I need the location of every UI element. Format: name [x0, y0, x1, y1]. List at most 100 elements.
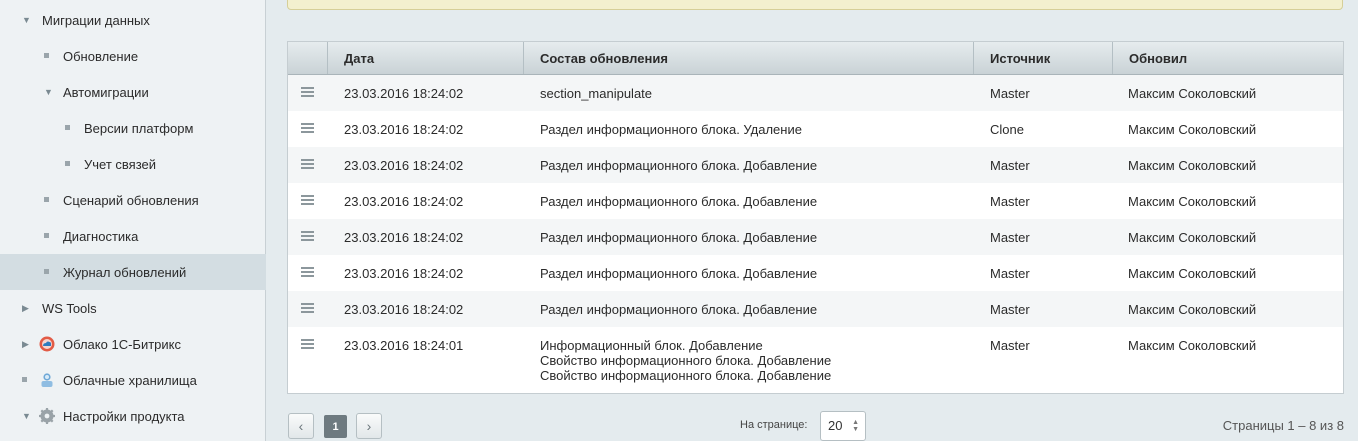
sidebar-item-1[interactable]: Обновление	[0, 38, 266, 74]
date-cell: 23.03.2016 18:24:02	[344, 158, 464, 173]
per-page-label: На странице:	[740, 419, 808, 431]
table-row[interactable]: 23.03.2016 18:24:02 section_manipulate Mas…	[288, 75, 1343, 111]
source-cell: Master	[990, 158, 1030, 173]
column-header-content[interactable]: Состав обновления	[524, 42, 974, 74]
user-cell: Максим Соколовский	[1128, 158, 1257, 173]
sidebar-item-label: Автомиграции	[63, 85, 149, 100]
content-cell: Раздел информационного блока. Добавление	[540, 158, 818, 173]
column-header-source[interactable]: Источник	[974, 42, 1113, 74]
updates-table: Дата Состав обновления Источник Обновил …	[287, 41, 1344, 394]
column-header-actions	[288, 42, 328, 74]
cloud-bitrix-icon	[39, 336, 55, 352]
sidebar-item-label: Сценарий обновления	[63, 193, 199, 208]
pages-summary: Страницы 1 – 8 из 8	[1222, 418, 1344, 433]
user-cell: Максим Соколовский	[1128, 266, 1257, 281]
chevron-right-icon[interactable]: ▶	[22, 339, 29, 350]
bullet-icon	[44, 197, 49, 202]
bullet-icon	[44, 269, 49, 274]
row-menu-icon[interactable]	[301, 231, 314, 241]
content-cell: Раздел информационного блока. Добавление	[540, 194, 818, 209]
sidebar-item-label: Версии платформ	[84, 121, 194, 136]
sidebar-item-7[interactable]: Журнал обновлений	[0, 254, 266, 290]
content-cell: Информационный блок. Добавление Свойство…	[540, 338, 832, 383]
table-row[interactable]: 23.03.2016 18:24:02 Раздел информационног…	[288, 291, 1343, 327]
sidebar-item-label: Облако 1С-Битрикс	[63, 337, 181, 352]
bullet-icon	[44, 53, 49, 58]
date-cell: 23.03.2016 18:24:02	[344, 86, 464, 101]
sidebar-item-label: Настройки продукта	[63, 409, 185, 424]
row-menu-icon[interactable]	[301, 87, 314, 97]
source-cell: Master	[990, 338, 1030, 353]
table-row[interactable]: 23.03.2016 18:24:02 Раздел информационног…	[288, 183, 1343, 219]
sidebar-item-2[interactable]: ▼ Автомиграции	[0, 74, 266, 110]
sidebar-item-label: Диагностика	[63, 229, 139, 244]
content-cell: Раздел информационного блока. Добавление	[540, 230, 818, 245]
row-menu-icon[interactable]	[301, 303, 314, 313]
source-cell: Master	[990, 230, 1030, 245]
chevron-down-icon[interactable]: ▼	[22, 411, 31, 421]
sidebar-item-0[interactable]: ▼ Миграции данных	[0, 2, 266, 38]
per-page-value: 20	[828, 418, 843, 433]
row-menu-icon[interactable]	[301, 123, 314, 133]
sidebar-item-label: WS Tools	[42, 301, 97, 316]
content-cell: section_manipulate	[540, 86, 653, 101]
row-menu-icon[interactable]	[301, 339, 314, 349]
row-menu-icon[interactable]	[301, 195, 314, 205]
bullet-icon	[65, 125, 70, 130]
column-header-date[interactable]: Дата	[328, 42, 524, 74]
sidebar-item-3[interactable]: Версии платформ	[0, 110, 266, 146]
table-row[interactable]: 23.03.2016 18:24:02 Раздел информационног…	[288, 147, 1343, 183]
sidebar-item-6[interactable]: Диагностика	[0, 218, 266, 254]
sidebar-item-label: Обновление	[63, 49, 139, 64]
chevron-down-icon[interactable]: ▼	[44, 87, 53, 97]
cloud-storage-icon	[39, 372, 55, 388]
user-cell: Максим Соколовский	[1128, 194, 1257, 209]
next-page-button[interactable]: ›	[356, 413, 382, 439]
row-menu-icon[interactable]	[301, 267, 314, 277]
sidebar-item-4[interactable]: Учет связей	[0, 146, 266, 182]
source-cell: Clone	[990, 122, 1024, 137]
sidebar-item-label: Журнал обновлений	[63, 265, 187, 280]
table-row[interactable]: 23.03.2016 18:24:02 Раздел информационног…	[288, 255, 1343, 291]
user-cell: Максим Соколовский	[1128, 230, 1257, 245]
date-cell: 23.03.2016 18:24:02	[344, 230, 464, 245]
source-cell: Master	[990, 302, 1030, 317]
row-menu-icon[interactable]	[301, 159, 314, 169]
date-cell: 23.03.2016 18:24:02	[344, 194, 464, 209]
date-cell: 23.03.2016 18:24:02	[344, 266, 464, 281]
user-cell: Максим Соколовский	[1128, 122, 1257, 137]
user-cell: Максим Соколовский	[1128, 86, 1257, 101]
chevron-right-icon[interactable]: ▶	[22, 303, 29, 314]
source-cell: Master	[990, 266, 1030, 281]
sidebar-item-9[interactable]: ▶ Облако 1С-Битрикс	[0, 326, 266, 362]
table-row[interactable]: 23.03.2016 18:24:02 Раздел информационног…	[288, 219, 1343, 255]
prev-page-button[interactable]: ‹	[288, 413, 314, 439]
sidebar-item-5[interactable]: Сценарий обновления	[0, 182, 266, 218]
source-cell: Master	[990, 194, 1030, 209]
content-cell: Раздел информационного блока. Добавление	[540, 302, 818, 317]
current-page-indicator[interactable]: 1	[324, 415, 347, 438]
date-cell: 23.03.2016 18:24:01	[344, 338, 464, 353]
sidebar: ▼ Миграции данных Обновление ▼ Автомиграции В…	[0, 0, 266, 441]
bullet-icon	[44, 233, 49, 238]
sidebar-item-8[interactable]: ▶ WS Tools	[0, 290, 266, 326]
content-cell: Раздел информационного блока. Добавление	[540, 266, 818, 281]
select-arrows-icon: ▲ ▼	[852, 419, 859, 433]
table-row[interactable]: 23.03.2016 18:24:02 Раздел информационног…	[288, 111, 1343, 147]
gear-icon	[39, 408, 55, 424]
chevron-down-icon[interactable]: ▼	[22, 15, 31, 25]
sidebar-item-11[interactable]: ▼ Настройки продукта	[0, 398, 266, 434]
source-cell: Master	[990, 86, 1030, 101]
user-cell: Максим Соколовский	[1128, 302, 1257, 317]
per-page-select[interactable]: 20 ▲ ▼	[820, 411, 866, 441]
content-cell: Раздел информационного блока. Удаление	[540, 122, 802, 137]
sidebar-item-10[interactable]: Облачные хранилища	[0, 362, 266, 398]
sidebar-item-label: Миграции данных	[42, 13, 150, 28]
table-header: Дата Состав обновления Источник Обновил	[288, 42, 1343, 75]
column-header-user[interactable]: Обновил	[1113, 42, 1343, 74]
date-cell: 23.03.2016 18:24:02	[344, 302, 464, 317]
bullet-icon	[65, 161, 70, 166]
user-cell: Максим Соколовский	[1128, 338, 1257, 353]
table-row[interactable]: 23.03.2016 18:24:01 Информационный блок. …	[288, 327, 1343, 397]
bullet-icon	[22, 377, 27, 382]
